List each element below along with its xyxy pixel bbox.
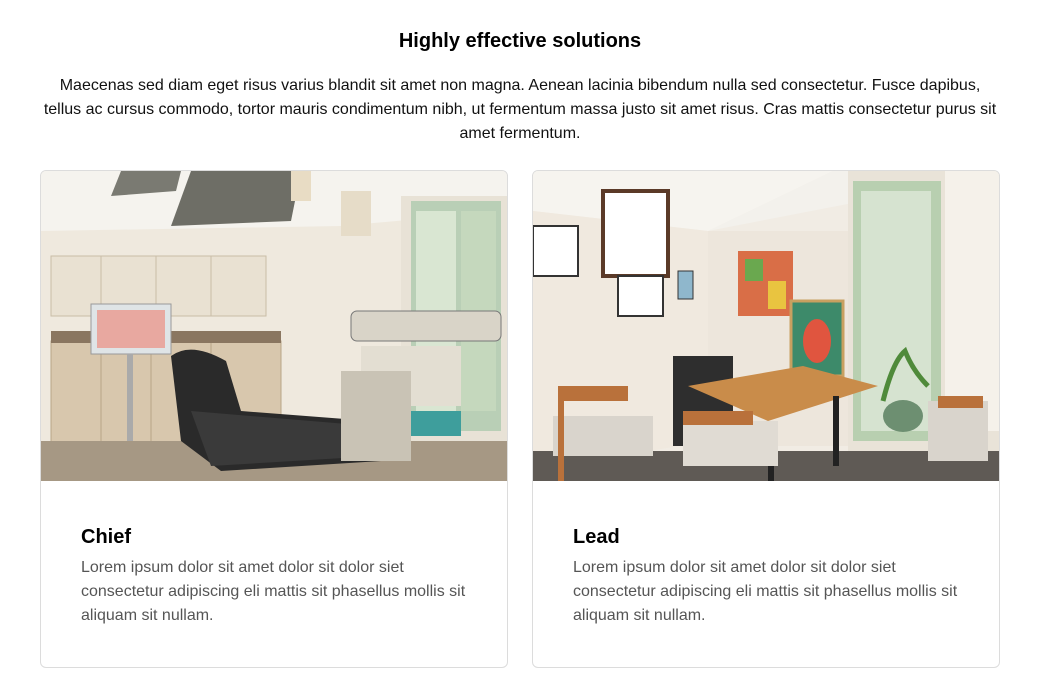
card-title: Lead (573, 526, 620, 548)
dental-operatory-photo (41, 171, 507, 481)
card-title: Chief (81, 526, 131, 548)
section-title: Highly effective solutions (398, 30, 642, 52)
card-lead: Lead Lorem ipsum dolor sit amet dolor si… (532, 170, 1000, 668)
office-dining-room-photo (533, 171, 999, 481)
card-chief: Chief Lorem ipsum dolor sit amet dolor s… (40, 170, 508, 668)
card-text: Lorem ipsum dolor sit amet dolor sit dol… (81, 559, 466, 624)
section-intro: Maecenas sed diam eget risus varius blan… (43, 77, 997, 142)
card-text: Lorem ipsum dolor sit amet dolor sit dol… (573, 559, 958, 624)
